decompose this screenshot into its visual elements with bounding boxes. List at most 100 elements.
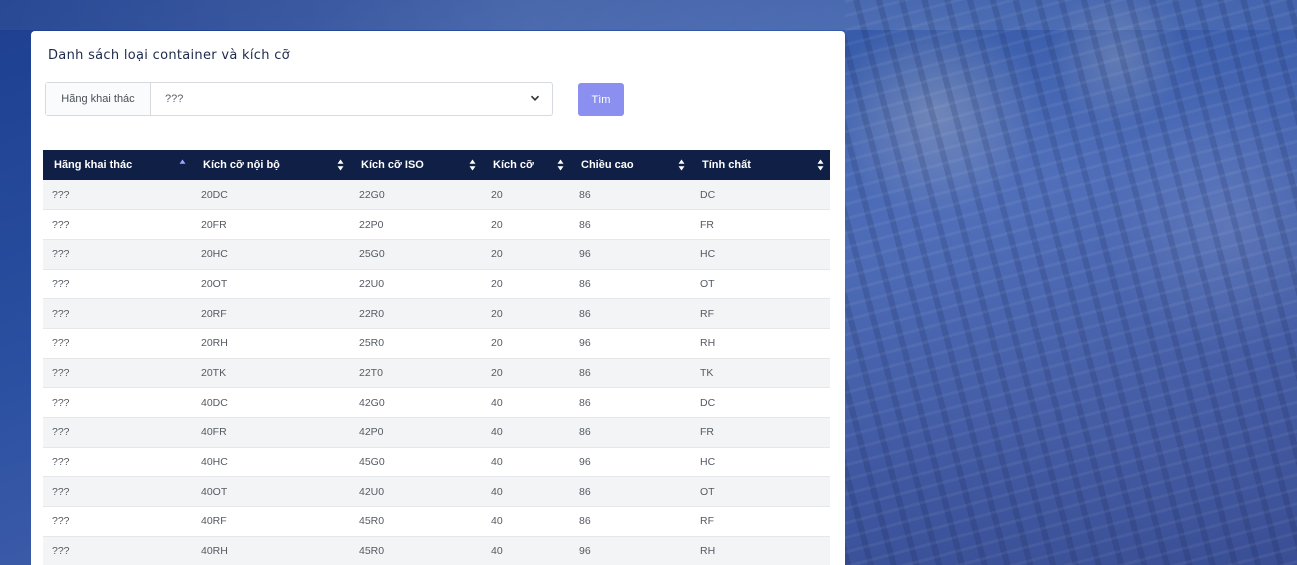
sort-icon bbox=[817, 159, 824, 171]
column-header-label: Hãng khai thác bbox=[54, 159, 133, 171]
table-cell: 40HC bbox=[201, 456, 228, 469]
container-list-panel: Danh sách loại container và kích cỡ Hãng… bbox=[31, 31, 845, 565]
table-row[interactable]: ??? 40OT 42U0 40 86 OT bbox=[43, 476, 830, 507]
operator-select-value: ??? bbox=[165, 93, 184, 105]
table-cell: 86 bbox=[579, 188, 591, 201]
table-cell: 96 bbox=[579, 248, 591, 261]
table-cell: 40RF bbox=[201, 515, 227, 528]
table-cell: 20OT bbox=[201, 277, 228, 290]
table-row[interactable]: ??? 40RF 45R0 40 86 RF bbox=[43, 506, 830, 537]
table-cell: 86 bbox=[579, 396, 591, 409]
table-cell: 20 bbox=[491, 188, 503, 201]
table-row[interactable]: ??? 20HC 25G0 20 96 HC bbox=[43, 239, 830, 270]
table-cell: 86 bbox=[579, 515, 591, 528]
table-cell: 25G0 bbox=[359, 248, 385, 261]
operator-filter: Hãng khai thác ??? bbox=[45, 82, 553, 116]
table-cell: ??? bbox=[52, 307, 70, 320]
table-cell: 20 bbox=[491, 277, 503, 290]
sort-icon bbox=[337, 159, 344, 171]
table-cell: RH bbox=[700, 337, 716, 350]
table-cell: 45R0 bbox=[359, 545, 385, 558]
table-row[interactable]: ??? 20RH 25R0 20 96 RH bbox=[43, 328, 830, 359]
table-row[interactable]: ??? 20TK 22T0 20 86 TK bbox=[43, 358, 830, 388]
operator-filter-label: Hãng khai thác bbox=[46, 83, 151, 115]
table-cell: 20RF bbox=[201, 307, 227, 320]
table-cell: OT bbox=[700, 485, 715, 498]
table-cell: 40 bbox=[491, 545, 503, 558]
table-cell: 86 bbox=[579, 426, 591, 439]
table-cell: ??? bbox=[52, 456, 70, 469]
table-row[interactable]: ??? 40RH 45R0 40 96 RH bbox=[43, 536, 830, 565]
table-cell: 96 bbox=[579, 337, 591, 350]
column-header[interactable]: Kích cỡ ISO bbox=[350, 150, 482, 180]
table-cell: 42U0 bbox=[359, 485, 385, 498]
table-cell: 20FR bbox=[201, 218, 227, 231]
table-row[interactable]: ??? 40FR 42P0 40 86 FR bbox=[43, 417, 830, 448]
table-cell: 20 bbox=[491, 218, 503, 231]
table-cell: 86 bbox=[579, 485, 591, 498]
table-cell: HC bbox=[700, 456, 716, 469]
table-cell: 40 bbox=[491, 485, 503, 498]
column-header[interactable]: Tính chất bbox=[691, 150, 830, 180]
table-cell: 96 bbox=[579, 456, 591, 469]
table-cell: 40 bbox=[491, 426, 503, 439]
table-row[interactable]: ??? 20RF 22R0 20 86 RF bbox=[43, 298, 830, 329]
table-body: ??? 20DC 22G0 20 86 DC??? 20FR 22P0 20 86 FR??? 20H… bbox=[43, 180, 830, 565]
column-header[interactable]: Kích cỡ bbox=[482, 150, 570, 180]
table-cell: 86 bbox=[579, 277, 591, 290]
table-row[interactable]: ??? 20DC 22G0 20 86 DC bbox=[43, 180, 830, 210]
table-cell: 22U0 bbox=[359, 277, 385, 290]
column-header-label: Kích cỡ ISO bbox=[361, 159, 424, 171]
table-cell: ??? bbox=[52, 337, 70, 350]
sort-ascending-icon bbox=[179, 159, 186, 164]
table-cell: 22T0 bbox=[359, 366, 383, 379]
table-cell: OT bbox=[700, 277, 715, 290]
table-row[interactable]: ??? 20OT 22U0 20 86 OT bbox=[43, 269, 830, 299]
table-cell: 22G0 bbox=[359, 188, 385, 201]
page-title: Danh sách loại container và kích cỡ bbox=[48, 48, 290, 63]
table-cell: 20HC bbox=[201, 248, 228, 261]
table-cell: 86 bbox=[579, 307, 591, 320]
operator-select[interactable]: ??? bbox=[151, 83, 552, 115]
table-cell: 22R0 bbox=[359, 307, 385, 320]
table-cell: 20RH bbox=[201, 337, 228, 350]
table-cell: 86 bbox=[579, 366, 591, 379]
table-row[interactable]: ??? 40HC 45G0 40 96 HC bbox=[43, 447, 830, 477]
table-row[interactable]: ??? 20FR 22P0 20 86 FR bbox=[43, 209, 830, 240]
chevron-down-icon bbox=[530, 95, 540, 101]
table-cell: TK bbox=[700, 366, 714, 379]
table-cell: 20 bbox=[491, 248, 503, 261]
port-background-image bbox=[845, 0, 1297, 565]
table-header-row: Hãng khai thác Kích cỡ nội bộ Kích cỡ ISO K… bbox=[43, 150, 830, 180]
table-cell: 40OT bbox=[201, 485, 228, 498]
table-cell: 42G0 bbox=[359, 396, 385, 409]
column-header-label: Tính chất bbox=[702, 159, 751, 171]
table-cell: ??? bbox=[52, 515, 70, 528]
table-cell: 40FR bbox=[201, 426, 227, 439]
column-header[interactable]: Kích cỡ nội bộ bbox=[192, 150, 350, 180]
table-cell: ??? bbox=[52, 426, 70, 439]
table-cell: RF bbox=[700, 515, 714, 528]
table-cell: FR bbox=[700, 218, 714, 231]
table-cell: 25R0 bbox=[359, 337, 385, 350]
search-button[interactable]: Tìm bbox=[578, 83, 624, 116]
table-cell: 45R0 bbox=[359, 515, 385, 528]
column-header[interactable]: Hãng khai thác bbox=[43, 150, 192, 180]
column-header-label: Chiều cao bbox=[581, 159, 634, 171]
table-cell: ??? bbox=[52, 277, 70, 290]
table-cell: RF bbox=[700, 307, 714, 320]
column-header-label: Kích cỡ bbox=[493, 159, 534, 171]
table-cell: DC bbox=[700, 188, 716, 201]
sort-icon bbox=[469, 159, 476, 171]
sort-icon bbox=[557, 159, 564, 171]
table-cell: ??? bbox=[52, 188, 70, 201]
column-header-label: Kích cỡ nội bộ bbox=[203, 159, 280, 171]
table-cell: ??? bbox=[52, 485, 70, 498]
table-cell: 20DC bbox=[201, 188, 228, 201]
table-cell: 40 bbox=[491, 396, 503, 409]
table-row[interactable]: ??? 40DC 42G0 40 86 DC bbox=[43, 387, 830, 418]
table-cell: 22P0 bbox=[359, 218, 384, 231]
table-cell: 40RH bbox=[201, 545, 228, 558]
table-cell: 40 bbox=[491, 515, 503, 528]
column-header[interactable]: Chiều cao bbox=[570, 150, 691, 180]
